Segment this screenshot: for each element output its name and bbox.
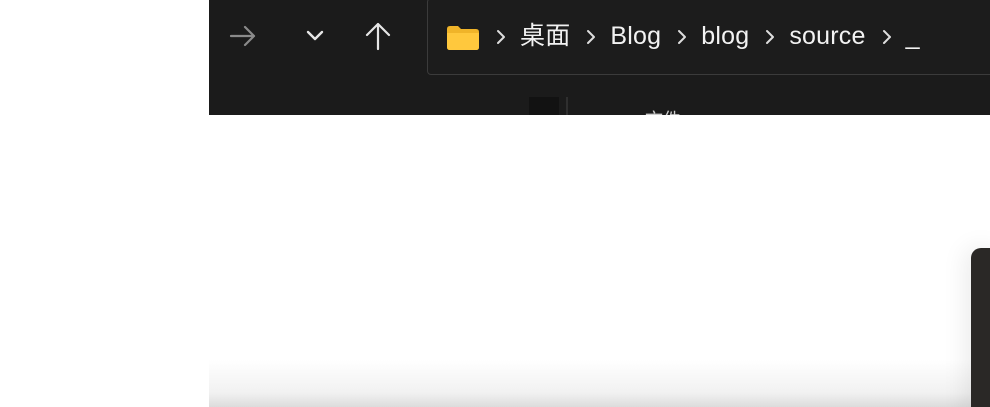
forward-button[interactable] [221,14,265,58]
chevron-right-icon [677,29,687,45]
side-panel-edge [971,248,990,407]
window-shadow [209,360,990,407]
arrow-right-icon [229,25,256,47]
breadcrumb-blog-root[interactable]: Blog [610,24,661,49]
navigation-pane-handle [529,97,559,115]
chevron-down-icon [306,30,324,41]
chevron-right-icon [765,29,775,45]
up-one-level-button[interactable] [356,14,400,58]
breadcrumb-desktop[interactable]: 桌面 [520,24,570,49]
breadcrumb-source[interactable]: source [789,24,865,49]
recent-locations-button[interactable] [293,14,337,58]
breadcrumb-truncated[interactable]: _ [906,24,920,49]
file-explorer-toolbar: 桌面 Blog blog source _ 文件 [209,0,990,115]
column-header-partial: 文件 [645,108,705,115]
breadcrumb-blog[interactable]: blog [701,24,749,49]
chevron-right-icon [586,29,596,45]
desktop-screen: 桌面 Blog blog source _ 文件 [0,0,990,407]
pane-divider[interactable] [566,97,568,115]
folder-icon [446,25,480,51]
address-bar[interactable]: 桌面 Blog blog source _ [427,0,990,75]
chevron-right-icon [882,29,892,45]
arrow-up-icon [365,22,391,51]
chevron-right-icon [496,29,506,45]
